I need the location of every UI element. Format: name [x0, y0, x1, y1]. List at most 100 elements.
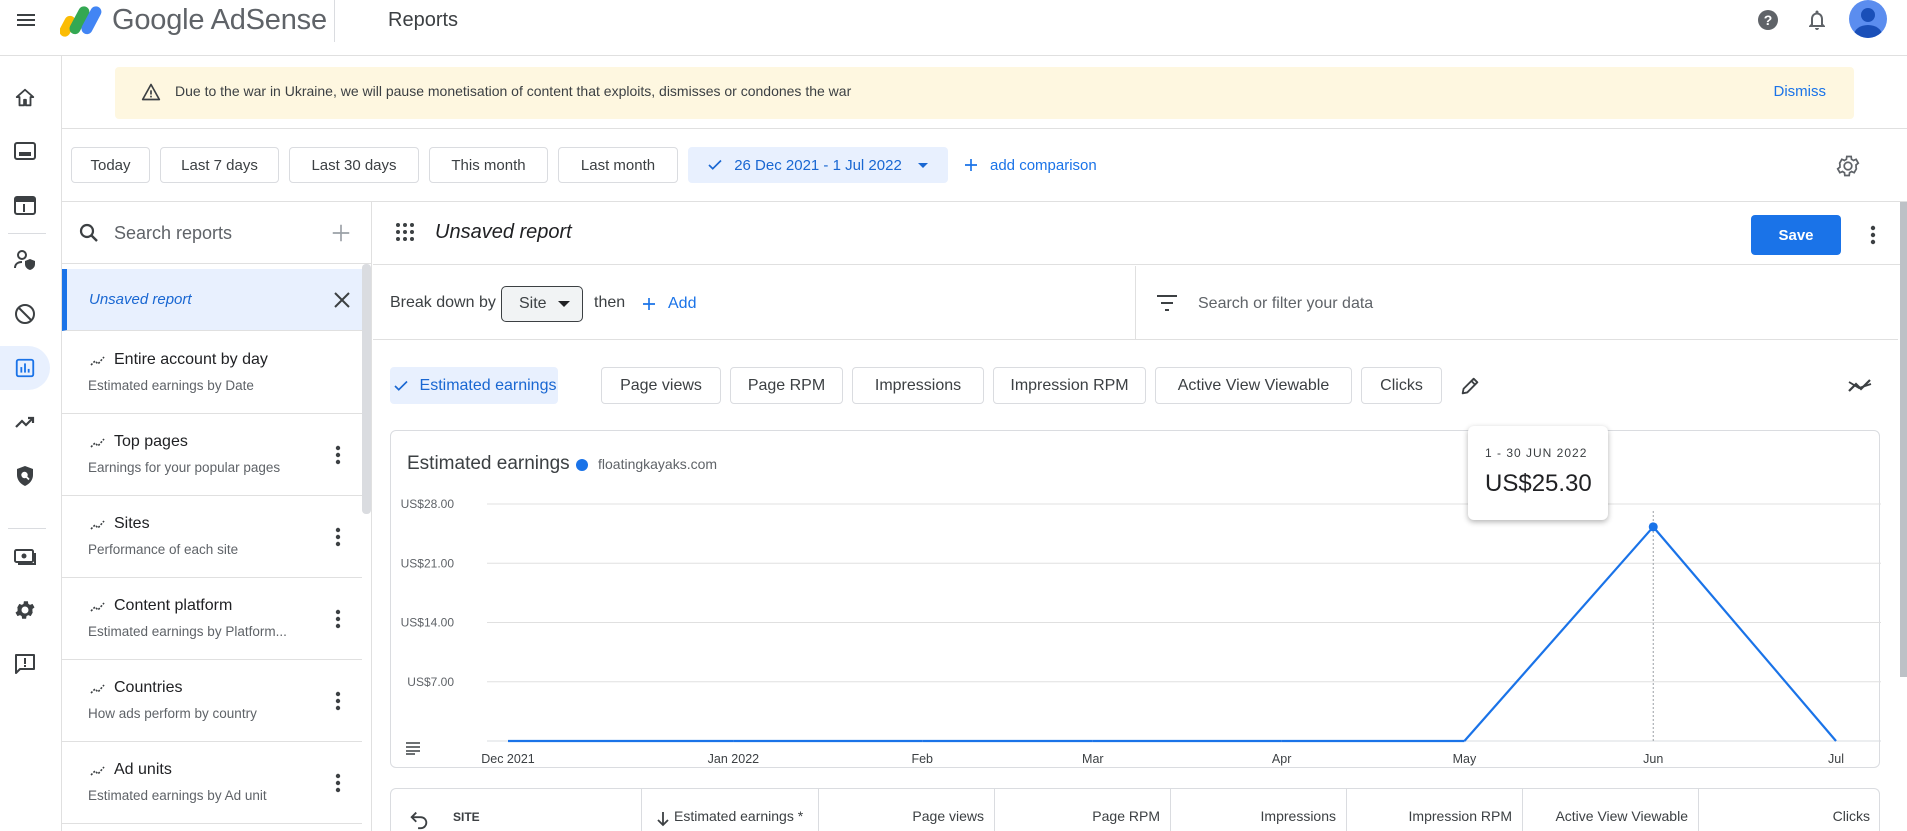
reports-icon[interactable] [0, 346, 50, 390]
more-options-icon[interactable] [326, 686, 350, 716]
report-main: Unsaved report Save Break down by Site t… [373, 202, 1907, 831]
column-header-site[interactable]: SITE [453, 810, 480, 824]
column-header-impression-rpm[interactable]: Impression RPM [1346, 789, 1522, 831]
war-notice-banner: Due to the war in Ukraine, we will pause… [115, 67, 1854, 119]
y-tick-label: US$14.00 [401, 616, 455, 630]
ads-icon[interactable] [0, 130, 50, 174]
report-title: Sites [114, 515, 150, 532]
saved-report-item[interactable]: Top pages Earnings for your popular page… [62, 414, 362, 496]
saved-report-item[interactable]: Content platform Estimated earnings by P… [62, 578, 362, 660]
top-app-bar: Google AdSense Reports ? [0, 0, 1907, 56]
more-options-icon[interactable] [1861, 219, 1885, 251]
blocking-controls-icon[interactable] [0, 292, 50, 336]
edit-metrics-pencil-icon[interactable] [1455, 371, 1485, 401]
x-tick-label: Jan 2022 [708, 752, 759, 766]
column-header-active-view-viewable[interactable]: Active View Viewable [1522, 789, 1698, 831]
x-tick-label: Feb [911, 752, 933, 766]
date-chip-last-month[interactable]: Last month [558, 147, 678, 183]
saved-report-item[interactable]: Countries How ads perform by country [62, 660, 362, 742]
payments-icon[interactable] [0, 534, 50, 578]
dropdown-caret-icon [558, 301, 570, 307]
main-menu-icon[interactable] [6, 0, 46, 40]
topbar-divider [334, 0, 335, 42]
more-options-icon[interactable] [326, 440, 350, 470]
date-chip-last-7-days[interactable]: Last 7 days [160, 147, 279, 183]
chart-visibility-toggle-icon[interactable] [1843, 369, 1877, 403]
current-report-item[interactable]: Unsaved report [62, 269, 362, 331]
dismiss-link[interactable]: Dismiss [1774, 83, 1827, 100]
privacy-messaging-icon[interactable] [0, 238, 50, 282]
metric-chip-label: Estimated earnings [419, 376, 557, 394]
metric-chip-clicks[interactable]: Clicks [1361, 367, 1442, 404]
date-chip-last-30-days[interactable]: Last 30 days [289, 147, 419, 183]
column-header-page-views[interactable]: Page views [818, 789, 994, 831]
chart-table-view-icon[interactable] [405, 741, 421, 759]
close-icon[interactable] [329, 287, 355, 313]
policy-center-icon[interactable] [0, 454, 50, 498]
saved-report-item[interactable]: Ad units Estimated earnings by Ad unit [62, 742, 362, 824]
report-title: Content platform [114, 597, 233, 614]
data-point [1648, 522, 1658, 532]
home-icon[interactable] [0, 76, 50, 120]
metric-chip-page-rpm[interactable]: Page RPM [730, 367, 843, 404]
search-reports-input[interactable] [114, 220, 314, 246]
save-button[interactable]: Save [1751, 215, 1841, 255]
date-chip-today[interactable]: Today [71, 147, 150, 183]
metric-chip-active-view-viewable[interactable]: Active View Viewable [1155, 367, 1352, 404]
help-icon[interactable]: ? [1751, 3, 1785, 37]
earnings-line-chart[interactable]: US$28.00 US$21.00 US$14.00 US$7.00 Dec 2021 J… [391, 431, 1881, 769]
dropdown-caret-icon [917, 163, 928, 168]
plus-icon [965, 159, 977, 171]
y-tick-label: US$21.00 [401, 556, 455, 570]
report-name[interactable]: Unsaved report [435, 221, 572, 244]
date-chip-this-month[interactable]: This month [429, 147, 548, 183]
y-tick-label: US$7.00 [407, 675, 454, 689]
optimization-trend-icon[interactable] [0, 400, 50, 444]
report-subtitle: Performance of each site [88, 542, 239, 557]
rail-divider [8, 528, 46, 529]
new-report-plus-icon[interactable] [326, 218, 356, 248]
search-icon [77, 221, 101, 249]
metric-chip-impression-rpm[interactable]: Impression RPM [993, 367, 1146, 404]
account-avatar[interactable] [1849, 0, 1887, 38]
report-settings-gear-icon[interactable] [1832, 150, 1864, 182]
adsense-logo-icon [60, 0, 102, 42]
column-header-estimated-earnings[interactable]: Estimated earnings * [641, 789, 818, 831]
notifications-bell-icon[interactable] [1800, 3, 1834, 37]
chart-tooltip: 1 - 30 JUN 2022 US$25.30 [1468, 426, 1608, 520]
x-tick-label: Jun [1643, 752, 1663, 766]
sites-icon[interactable] [0, 184, 50, 228]
add-dimension-button[interactable]: Add [640, 286, 696, 322]
breakdown-dimension-select[interactable]: Site [501, 286, 583, 322]
undo-icon[interactable] [408, 808, 430, 831]
date-range-label: 26 Dec 2021 - 1 Jul 2022 [734, 156, 902, 174]
sidebar-scrollbar[interactable] [362, 264, 371, 514]
report-subtitle: Estimated earnings by Ad unit [88, 788, 267, 803]
saved-report-item[interactable]: Sites Performance of each site [62, 496, 362, 578]
column-header-label: Impressions [1260, 808, 1336, 824]
column-header-clicks[interactable]: Clicks [1698, 789, 1880, 831]
app-name: Google AdSense [112, 4, 327, 36]
add-comparison-button[interactable]: add comparison [962, 147, 1097, 183]
metric-chip-page-views[interactable]: Page views [601, 367, 721, 404]
filter-data-input[interactable] [1198, 291, 1698, 317]
navigation-rail [0, 56, 62, 831]
feedback-icon[interactable] [0, 642, 50, 686]
report-sparkline-icon [90, 436, 108, 453]
column-header-impressions[interactable]: Impressions [1170, 789, 1346, 831]
column-header-page-rpm[interactable]: Page RPM [994, 789, 1170, 831]
y-tick-label: US$28.00 [401, 497, 455, 511]
more-options-icon[interactable] [326, 522, 350, 552]
settings-icon[interactable] [0, 588, 50, 632]
banner-divider [62, 128, 1907, 129]
main-scrollbar[interactable] [1900, 202, 1907, 677]
report-sparkline-icon [90, 354, 108, 371]
saved-report-item[interactable]: Entire account by day Estimated earnings… [62, 332, 362, 414]
metric-chip-estimated-earnings[interactable]: Estimated earnings [390, 367, 558, 404]
more-options-icon[interactable] [326, 604, 350, 634]
apps-grid-icon[interactable] [395, 222, 415, 246]
metric-chip-impressions[interactable]: Impressions [852, 367, 984, 404]
current-report-label: Unsaved report [89, 291, 192, 308]
more-options-icon[interactable] [326, 768, 350, 798]
date-range-picker[interactable]: 26 Dec 2021 - 1 Jul 2022 [688, 147, 948, 183]
